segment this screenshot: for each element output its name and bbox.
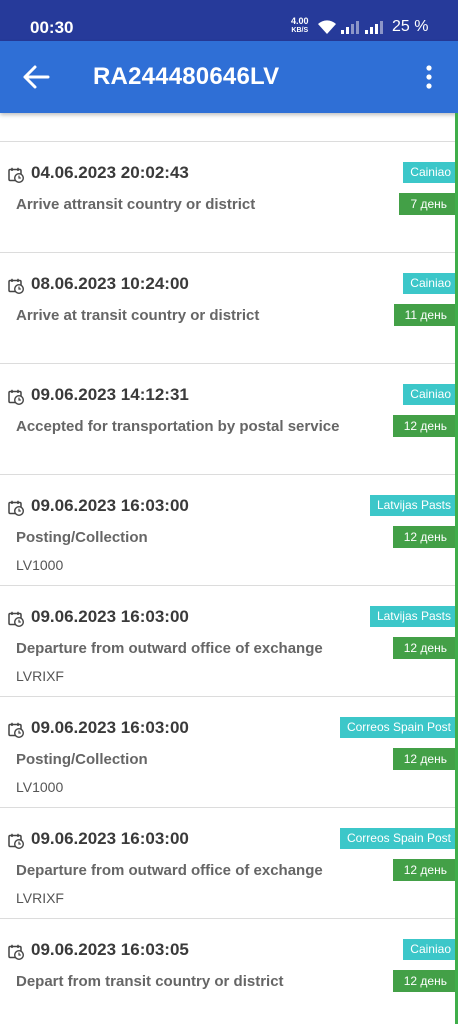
calendar-clock-icon bbox=[8, 944, 24, 960]
carrier-badge: Cainiao bbox=[403, 273, 458, 294]
wifi-icon bbox=[318, 20, 336, 34]
event-datetime: 09.06.2023 16:03:00 bbox=[31, 829, 189, 848]
event-location: LV1000 bbox=[16, 779, 64, 795]
battery-level: 25 % bbox=[392, 18, 429, 35]
event-status: Posting/Collection bbox=[16, 529, 148, 546]
days-badge: 12 день bbox=[392, 637, 458, 659]
event-status: Arrive attransit country or district bbox=[16, 196, 256, 213]
tracking-event[interactable]: 09.06.2023 16:03:05 Depart from transit … bbox=[0, 919, 458, 1024]
calendar-clock-icon bbox=[8, 500, 24, 516]
tracking-event[interactable]: 09.06.2023 14:12:31 Accepted for transpo… bbox=[0, 364, 458, 475]
days-badge: 7 день bbox=[399, 193, 458, 215]
event-datetime: 08.06.2023 10:24:00 bbox=[31, 274, 189, 293]
status-time: 00:30 bbox=[30, 18, 74, 37]
more-vert-icon[interactable] bbox=[419, 63, 439, 91]
days-badge: 12 день bbox=[392, 415, 458, 437]
tracking-event[interactable]: 09.06.2023 16:03:00 Posting/Collection L… bbox=[0, 475, 458, 586]
network-speed-unit: KB/S bbox=[291, 27, 309, 34]
list-top-spacer bbox=[0, 113, 458, 142]
tracking-event-list: 04.06.2023 20:02:43 Arrive attransit cou… bbox=[0, 113, 458, 1024]
status-bar: 00:30 4.00 KB/S 25 % bbox=[0, 0, 458, 41]
arrow-left-icon[interactable] bbox=[22, 64, 50, 90]
calendar-clock-icon bbox=[8, 389, 24, 405]
tracking-event[interactable]: 04.06.2023 20:02:43 Arrive attransit cou… bbox=[0, 142, 458, 253]
event-datetime: 09.06.2023 16:03:00 bbox=[31, 607, 189, 626]
event-datetime: 09.06.2023 16:03:00 bbox=[31, 496, 189, 515]
tracking-event[interactable]: 08.06.2023 10:24:00 Arrive at transit co… bbox=[0, 253, 458, 364]
event-location: LVRIXF bbox=[16, 890, 64, 906]
carrier-badge: Latvijas Pasts bbox=[369, 606, 458, 627]
carrier-badge: Cainiao bbox=[403, 939, 458, 960]
calendar-clock-icon bbox=[8, 611, 24, 627]
calendar-clock-icon bbox=[8, 278, 24, 294]
tracking-event[interactable]: 09.06.2023 16:03:00 Departure from outwa… bbox=[0, 586, 458, 697]
event-status: Arrive at transit country or district bbox=[16, 307, 260, 324]
days-badge: 12 день bbox=[392, 526, 458, 548]
carrier-badge: Cainiao bbox=[403, 384, 458, 405]
carrier-badge: Latvijas Pasts bbox=[369, 495, 458, 516]
event-status: Accepted for transportation by postal se… bbox=[16, 418, 340, 435]
event-location: LV1000 bbox=[16, 557, 64, 573]
event-datetime: 09.06.2023 16:03:00 bbox=[31, 718, 189, 737]
tracking-events: 04.06.2023 20:02:43 Arrive attransit cou… bbox=[0, 142, 458, 1024]
days-badge: 12 день bbox=[392, 748, 458, 770]
carrier-badge: Cainiao bbox=[403, 162, 458, 183]
event-datetime: 09.06.2023 16:03:05 bbox=[31, 940, 189, 959]
event-status: Departure from outward office of exchang… bbox=[16, 862, 323, 879]
event-datetime: 04.06.2023 20:02:43 bbox=[31, 163, 189, 182]
event-status: Depart from transit country or district bbox=[16, 973, 284, 990]
cell-signal-icon bbox=[365, 21, 383, 34]
network-speed: 4.00 KB/S bbox=[291, 17, 309, 35]
calendar-clock-icon bbox=[8, 167, 24, 183]
event-status: Departure from outward office of exchang… bbox=[16, 640, 323, 657]
days-badge: 12 день bbox=[392, 970, 458, 992]
carrier-badge: Correos Spain Post bbox=[339, 828, 458, 849]
network-speed-value: 4.00 bbox=[291, 16, 309, 26]
tracking-event[interactable]: 09.06.2023 16:03:00 Departure from outwa… bbox=[0, 808, 458, 919]
app-bar: RA244480646LV bbox=[0, 41, 458, 113]
tracking-event[interactable]: 09.06.2023 16:03:00 Posting/Collection L… bbox=[0, 697, 458, 808]
event-location: LVRIXF bbox=[16, 668, 64, 684]
event-datetime: 09.06.2023 14:12:31 bbox=[31, 385, 189, 404]
days-badge: 12 день bbox=[392, 859, 458, 881]
cell-signal-icon bbox=[341, 21, 359, 34]
calendar-clock-icon bbox=[8, 833, 24, 849]
page-title: RA244480646LV bbox=[93, 63, 280, 90]
days-badge: 11 день bbox=[393, 304, 458, 326]
event-status: Posting/Collection bbox=[16, 751, 148, 768]
calendar-clock-icon bbox=[8, 722, 24, 738]
carrier-badge: Correos Spain Post bbox=[339, 717, 458, 738]
